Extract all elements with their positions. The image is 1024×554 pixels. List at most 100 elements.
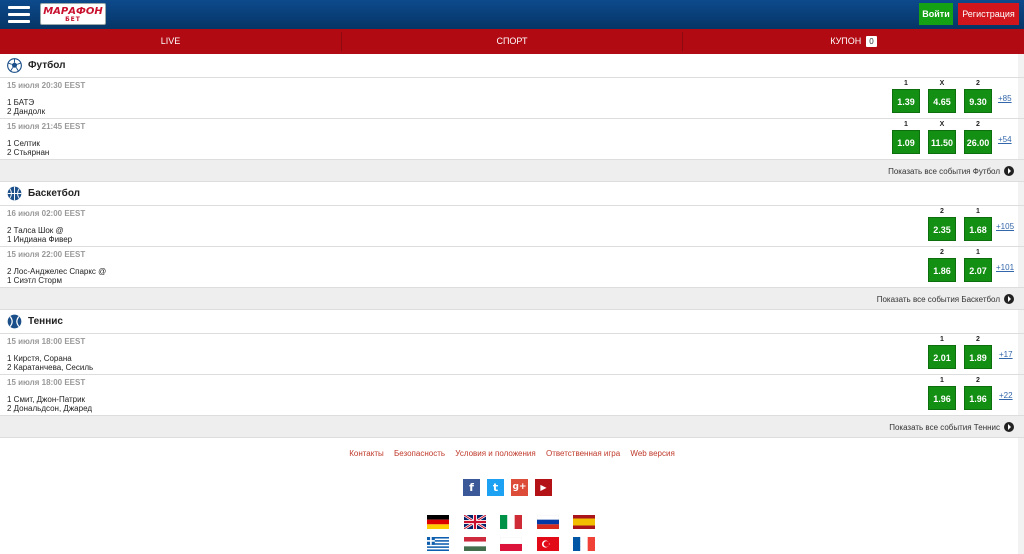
twitter-icon[interactable]: t [487, 479, 504, 496]
show-all-tennis-link[interactable]: Показать все события Теннис [889, 422, 1014, 432]
odd-button[interactable]: 4.65 [928, 89, 956, 113]
main-nav: LIVE СПОРТ КУПОН 0 [0, 29, 1024, 54]
italy-flag-icon[interactable] [500, 515, 522, 529]
odd-label: 1 [940, 336, 944, 343]
odd-button[interactable]: 1.68 [964, 217, 992, 241]
germany-flag-icon[interactable] [427, 515, 449, 529]
hungary-flag-icon[interactable] [464, 537, 486, 551]
odd-button[interactable]: 1.39 [892, 89, 920, 113]
greece-flag-icon[interactable] [427, 537, 449, 551]
event-team-1: 1 БАТЭ [7, 98, 35, 107]
show-all-label: Показать все события Футбол [888, 167, 1000, 176]
google-plus-icon[interactable]: g+ [511, 479, 528, 496]
event-team-1: 1 Селтик [7, 139, 40, 148]
tab-live[interactable]: LIVE [0, 29, 341, 54]
odd-button[interactable]: 1.96 [964, 386, 992, 410]
odd-label: 1 [904, 80, 908, 87]
show-all-label: Показать все события Теннис [889, 423, 1000, 432]
event-row[interactable]: 15 июля 20:30 EEST 1 БАТЭ 2 Дандолк 1 1.… [0, 78, 1024, 119]
footer-link-web-version[interactable]: Web версия [630, 449, 674, 458]
tab-sport[interactable]: СПОРТ [342, 29, 682, 54]
odd-button[interactable]: 1.09 [892, 130, 920, 154]
odd-label: 1 [976, 208, 980, 215]
odd-button[interactable]: 2.01 [928, 345, 956, 369]
odd-button[interactable]: 2.35 [928, 217, 956, 241]
show-all-bar: Показать все события Теннис [0, 416, 1024, 438]
more-markets-link[interactable]: +54 [998, 135, 1012, 144]
event-date: 15 июля 18:00 EEST [7, 378, 86, 387]
menu-icon[interactable] [8, 6, 30, 23]
uk-flag-icon[interactable] [464, 515, 486, 529]
odd-label: 1 [904, 121, 908, 128]
logo[interactable]: МАРАФОН БЕТ [40, 3, 106, 25]
russia-flag-icon[interactable] [537, 515, 559, 529]
basketball-icon [7, 186, 22, 201]
event-row[interactable]: 15 июля 18:00 EEST 1 Кирстя, Сорана 2 Ка… [0, 334, 1024, 375]
event-team-2: 2 Каратанчева, Сесиль [7, 363, 94, 372]
facebook-icon[interactable]: f [463, 479, 480, 496]
sport-header-tennis[interactable]: Теннис [0, 310, 1024, 334]
register-button[interactable]: Регистрация [958, 3, 1019, 25]
odd-button[interactable]: 1.89 [964, 345, 992, 369]
more-markets-link[interactable]: +105 [996, 222, 1014, 231]
event-team-1: 2 Лос-Анджелес Спаркс @ [7, 267, 107, 276]
tab-coupon-label: КУПОН [830, 36, 862, 46]
odd-button[interactable]: 2.07 [964, 258, 992, 282]
arrow-right-icon [1004, 166, 1014, 176]
sport-title: Футбол [28, 60, 66, 71]
odd-button[interactable]: 26.00 [964, 130, 992, 154]
login-button[interactable]: Войти [919, 3, 953, 25]
event-team-2: 1 Индиана Фивер [7, 235, 73, 244]
event-team-2: 2 Дональдсон, Джаред [7, 404, 93, 413]
top-bar: МАРАФОН БЕТ Войти Регистрация [0, 0, 1024, 29]
event-date: 15 июля 20:30 EEST [7, 81, 86, 90]
event-team-2: 1 Сиэтл Сторм [7, 276, 62, 285]
footer-link-security[interactable]: Безопасность [394, 449, 445, 458]
youtube-icon[interactable]: ▶ [535, 479, 552, 496]
event-team-2: 2 Дандолк [7, 107, 46, 116]
show-all-football-link[interactable]: Показать все события Футбол [888, 166, 1014, 176]
event-date: 15 июля 21:45 EEST [7, 122, 86, 131]
more-markets-link[interactable]: +22 [999, 391, 1013, 400]
footer-link-responsible-gaming[interactable]: Ответственная игра [546, 449, 620, 458]
odd-label: 2 [976, 121, 980, 128]
footer-link-terms[interactable]: Условия и положения [455, 449, 535, 458]
footer-links: Контакты Безопасность Условия и положени… [0, 449, 1024, 458]
turkey-flag-icon[interactable] [537, 537, 559, 551]
more-markets-link[interactable]: +17 [999, 350, 1013, 359]
event-date: 16 июля 02:00 EEST [7, 209, 86, 218]
sport-header-basketball[interactable]: Баскетбол [0, 182, 1024, 206]
tab-coupon[interactable]: КУПОН 0 [683, 29, 1024, 54]
spain-flag-icon[interactable] [573, 515, 595, 529]
event-team-2: 2 Стьярнан [7, 148, 50, 157]
show-all-label: Показать все события Баскетбол [876, 295, 1000, 304]
event-team-1: 1 Смит, Джон-Патрик [7, 395, 86, 404]
event-row[interactable]: 15 июля 22:00 EEST 2 Лос-Анджелес Спаркс… [0, 247, 1024, 288]
show-all-basketball-link[interactable]: Показать все события Баскетбол [877, 294, 1014, 304]
france-flag-icon[interactable] [573, 537, 595, 551]
odd-button[interactable]: 11.50 [928, 130, 956, 154]
odd-label: 2 [976, 377, 980, 384]
odd-button[interactable]: 9.30 [964, 89, 992, 113]
event-team-1: 1 Кирстя, Сорана [7, 354, 72, 363]
odd-button[interactable]: 1.86 [928, 258, 956, 282]
event-row[interactable]: 15 июля 21:45 EEST 1 Селтик 2 Стьярнан 1… [0, 119, 1024, 160]
show-all-bar: Показать все события Футбол [0, 160, 1024, 182]
coupon-count-badge: 0 [866, 36, 877, 47]
sport-title: Теннис [28, 316, 63, 327]
odd-label: 1 [940, 377, 944, 384]
poland-flag-icon[interactable] [500, 537, 522, 551]
odd-label: 2 [940, 249, 944, 256]
event-row[interactable]: 15 июля 18:00 EEST 1 Смит, Джон-Патрик 2… [0, 375, 1024, 416]
more-markets-link[interactable]: +85 [998, 94, 1012, 103]
event-date: 15 июля 18:00 EEST [7, 337, 86, 346]
more-markets-link[interactable]: +101 [996, 263, 1014, 272]
odd-label: 1 [976, 249, 980, 256]
sport-header-football[interactable]: Футбол [0, 54, 1024, 78]
arrow-right-icon [1004, 422, 1014, 432]
footer-link-contacts[interactable]: Контакты [349, 449, 384, 458]
event-row[interactable]: 16 июля 02:00 EEST 2 Талса Шок @ 1 Индиа… [0, 206, 1024, 247]
odd-button[interactable]: 1.96 [928, 386, 956, 410]
odd-label: 2 [976, 80, 980, 87]
odd-label: X [939, 121, 945, 128]
